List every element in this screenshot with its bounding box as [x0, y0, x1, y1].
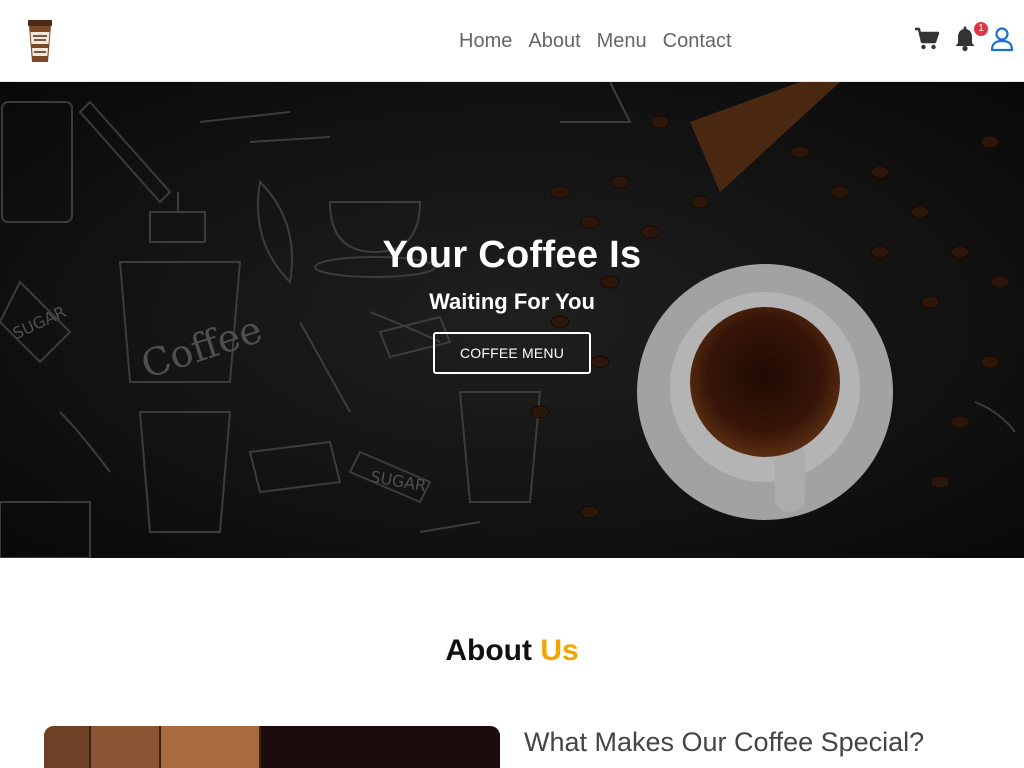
user-icon[interactable] — [990, 26, 1014, 57]
cart-icon[interactable] — [914, 26, 940, 57]
coffee-cup-logo[interactable] — [24, 18, 56, 64]
coffee-menu-button[interactable]: COFFEE MENU — [432, 332, 592, 374]
nav-link-home[interactable]: Home — [459, 28, 512, 54]
about-image — [44, 726, 500, 768]
bell-icon[interactable]: 1 — [954, 22, 988, 57]
main-nav: Home About Menu Contact — [451, 28, 740, 54]
hero-title: Your Coffee Is — [382, 234, 642, 276]
about-heading: What Makes Our Coffee Special? — [524, 727, 925, 757]
hero-banner: Coffee SUGAR SUGAR Your Coffee Is Waitin… — [0, 82, 1024, 558]
hero-subtitle: Waiting For You — [429, 289, 595, 314]
nav-link-menu[interactable]: Menu — [597, 28, 647, 54]
nav-link-about[interactable]: About — [528, 28, 580, 54]
about-title-main: About — [445, 634, 532, 667]
nav-link-contact[interactable]: Contact — [663, 28, 732, 54]
nav-icons: 1 — [900, 22, 1014, 57]
navbar: Home About Menu Contact 1 — [0, 0, 1024, 82]
about-section-title: About Us — [0, 632, 1024, 670]
about-title-accent: Us — [540, 634, 579, 667]
hero-content: Your Coffee Is Waiting For You COFFEE ME… — [0, 232, 1024, 374]
notification-badge: 1 — [974, 22, 988, 36]
